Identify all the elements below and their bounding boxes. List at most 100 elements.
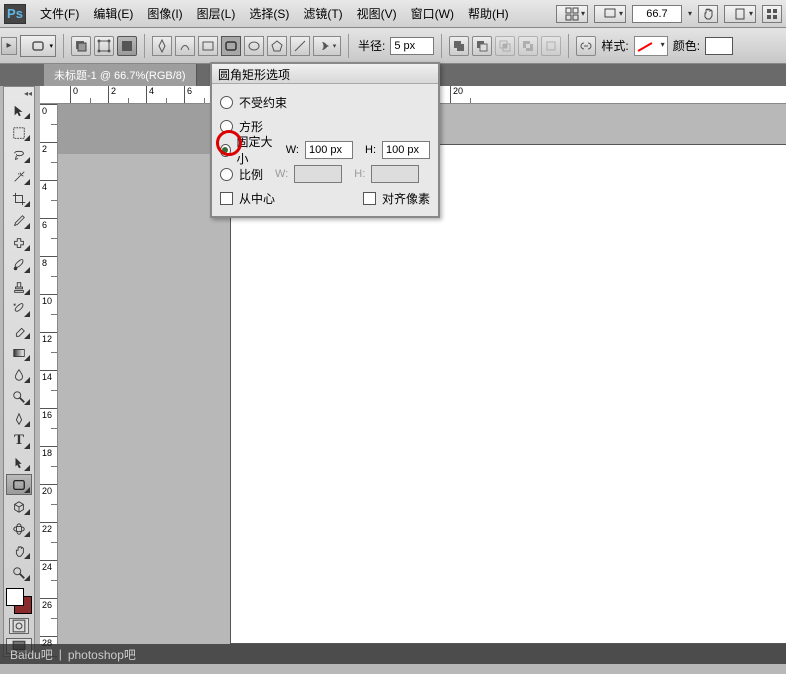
label-proportional: 比例 <box>239 166 263 183</box>
eyedropper-tool[interactable] <box>6 210 32 231</box>
ruler-tick: 0 <box>70 86 108 104</box>
link-dims[interactable] <box>576 36 596 56</box>
rounded-rect-shape-opt[interactable] <box>221 36 241 56</box>
polygon-shape-opt[interactable] <box>267 36 287 56</box>
path-select-tool[interactable] <box>6 452 32 473</box>
wand-tool[interactable] <box>6 166 32 187</box>
hand-tool[interactable] <box>6 540 32 561</box>
move-tool[interactable] <box>6 100 32 121</box>
document-tab[interactable]: 未标题-1 @ 66.7%(RGB/8) <box>44 64 197 86</box>
fill-icon <box>120 39 134 53</box>
zoom-tool[interactable] <box>6 562 32 583</box>
style-picker[interactable] <box>634 36 668 56</box>
separator <box>441 34 442 58</box>
pen-tool[interactable] <box>6 408 32 429</box>
prop-height-input <box>371 165 419 183</box>
ruler-tick: 8 <box>40 256 57 294</box>
intersect-icon <box>498 39 512 53</box>
radio-fixed-size[interactable] <box>220 144 231 157</box>
gradient-tool[interactable] <box>6 342 32 363</box>
menu-filter[interactable]: 滤镜(T) <box>297 2 348 25</box>
brush-tool[interactable] <box>6 254 32 275</box>
rrect-icon <box>31 39 45 53</box>
menu-view[interactable]: 视图(V) <box>351 2 403 25</box>
checkbox-snap-pixels[interactable] <box>363 192 376 205</box>
ruler-tick: 0 <box>40 104 57 142</box>
dodge-tool[interactable] <box>6 386 32 407</box>
fg-color-well[interactable] <box>6 588 24 606</box>
mode-fill-pixels[interactable] <box>117 36 137 56</box>
color-wells[interactable] <box>6 588 32 614</box>
tool-preset-picker[interactable] <box>20 35 56 57</box>
subtract-icon <box>475 39 489 53</box>
quick-mask-button[interactable] <box>9 618 29 634</box>
eraser-tool[interactable] <box>6 320 32 341</box>
grid-icon <box>565 7 579 21</box>
menu-help[interactable]: 帮助(H) <box>462 2 515 25</box>
ruler-tick: 10 <box>40 294 57 332</box>
healing-tool[interactable] <box>6 232 32 253</box>
style-label: 样式: <box>601 37 628 54</box>
layers-icon <box>74 39 88 53</box>
radio-unconstrained[interactable] <box>220 96 233 109</box>
collapse-icon[interactable]: ◂◂ <box>24 89 32 99</box>
mode-shape-layers[interactable] <box>71 36 91 56</box>
stamp-tool[interactable] <box>6 276 32 297</box>
menu-edit[interactable]: 编辑(E) <box>87 2 139 25</box>
ruler-tick: 14 <box>40 370 57 408</box>
ruler-tick: 4 <box>40 180 57 218</box>
custom-shape-opt[interactable]: ▾ <box>313 36 341 56</box>
combine-merge[interactable] <box>541 36 561 56</box>
link-icon <box>579 39 593 53</box>
marquee-tool[interactable] <box>6 122 32 143</box>
ruler-tick: 2 <box>40 142 57 180</box>
blur-tool[interactable] <box>6 364 32 385</box>
combine-add[interactable] <box>449 36 469 56</box>
3d-tool[interactable] <box>6 496 32 517</box>
ellipse-shape-opt[interactable] <box>244 36 264 56</box>
extra-button-2[interactable] <box>724 5 756 23</box>
lasso-tool[interactable] <box>6 144 32 165</box>
grid2-icon <box>765 7 779 21</box>
radius-input[interactable] <box>390 37 434 55</box>
expand-tab[interactable]: ▸ <box>1 37 17 55</box>
3d-camera-tool[interactable] <box>6 518 32 539</box>
prop-width-input <box>294 165 342 183</box>
zoom-percent[interactable]: 66.7 <box>632 5 682 23</box>
polygon-icon <box>270 39 284 53</box>
type-tool[interactable]: T <box>6 430 32 451</box>
shape-tool[interactable] <box>6 474 32 495</box>
pen-tool-opt[interactable] <box>152 36 172 56</box>
freeform-pen-opt[interactable] <box>175 36 195 56</box>
menu-window[interactable]: 窗口(W) <box>405 2 460 25</box>
hand-icon <box>701 7 715 21</box>
menu-select[interactable]: 选择(S) <box>243 2 295 25</box>
width-input[interactable] <box>305 141 353 159</box>
radio-square[interactable] <box>220 120 233 133</box>
combine-exclude[interactable] <box>518 36 538 56</box>
menu-layer[interactable]: 图层(L) <box>191 2 242 25</box>
radio-proportional[interactable] <box>220 168 233 181</box>
color-swatch[interactable] <box>705 37 733 55</box>
footer-credit: photoshop吧 <box>68 646 136 663</box>
shape-options-popup: 圆角矩形选项 不受约束 方形 固定大小 W: H: 比例 W: H: <box>210 62 440 218</box>
combine-subtract[interactable] <box>472 36 492 56</box>
history-brush-tool[interactable] <box>6 298 32 319</box>
document-canvas[interactable] <box>230 144 786 644</box>
screen-mode-button[interactable] <box>594 5 626 23</box>
label-square: 方形 <box>239 118 263 135</box>
menu-file[interactable]: 文件(F) <box>34 2 85 25</box>
crop-tool[interactable] <box>6 188 32 209</box>
menu-image[interactable]: 图像(I) <box>141 2 188 25</box>
extra-button-3[interactable] <box>762 5 782 23</box>
arrange-docs-button[interactable] <box>556 5 588 23</box>
rectangle-shape-opt[interactable] <box>198 36 218 56</box>
freeform-icon <box>178 39 192 53</box>
height-input[interactable] <box>382 141 430 159</box>
radius-label: 半径: <box>358 37 385 54</box>
checkbox-from-center[interactable] <box>220 192 233 205</box>
combine-intersect[interactable] <box>495 36 515 56</box>
line-shape-opt[interactable] <box>290 36 310 56</box>
mode-paths[interactable] <box>94 36 114 56</box>
hand-extra-button[interactable] <box>698 5 718 23</box>
